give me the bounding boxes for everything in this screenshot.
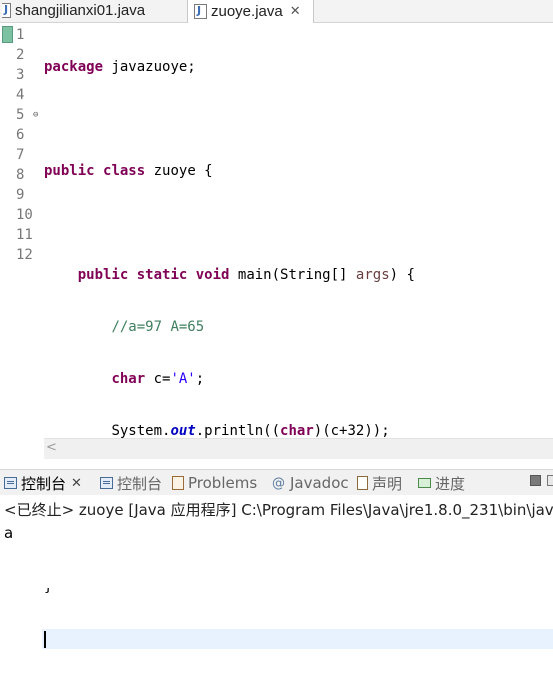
tab-console-active[interactable]: 控制台 ✕	[4, 473, 82, 493]
keyword: package	[44, 59, 104, 75]
keyword: char	[280, 423, 314, 439]
code-line-3: public class zuoye {	[44, 161, 553, 181]
line-number: 9	[16, 187, 25, 203]
tab-label: 控制台	[117, 474, 163, 493]
view-tab-bar: 控制台 ✕ 控制台 Problems @ Javadoc 声明 进度	[0, 469, 553, 496]
line-number: 3	[16, 67, 25, 83]
code-token: zuoye {	[145, 163, 213, 179]
console-icon	[4, 477, 17, 489]
code-line-5: public static void main(String[] args) {	[44, 265, 553, 285]
minimize-icon[interactable]	[530, 475, 541, 486]
console-output[interactable]: <已终止> zuoye [Java 应用程序] C:\Program Files…	[0, 495, 553, 588]
line-number: 5	[16, 107, 25, 123]
comment: //a=97 A=65	[111, 319, 205, 335]
tab-label: 声明	[372, 474, 403, 493]
java-file-icon	[194, 4, 207, 19]
line-number: 11	[16, 227, 33, 243]
tab-problems[interactable]: Problems	[172, 473, 257, 493]
static-field: out	[170, 423, 196, 439]
line-number-5: 5 ⊖	[14, 105, 42, 125]
line-number: 1	[16, 27, 25, 43]
code-token: c=	[145, 371, 171, 387]
progress-icon	[418, 478, 431, 488]
horizontal-scrollbar[interactable]: <	[44, 438, 553, 459]
keyword: char	[111, 371, 146, 387]
problems-icon	[172, 476, 184, 490]
gutter-spacer	[0, 438, 44, 458]
bookmark-marker	[2, 26, 13, 43]
code-token: )(c+32));	[313, 423, 390, 439]
keyword: public	[44, 163, 95, 179]
line-number-gutter: 1 2 3 4 5 ⊖ 6 7 8 9 10 11 12	[14, 25, 42, 265]
tab-zuoye[interactable]: zuoye.java ✕	[187, 0, 314, 23]
javadoc-icon: @	[272, 475, 285, 491]
declaration-icon	[357, 476, 368, 490]
tab-label: zuoye.java	[211, 3, 283, 20]
fold-toggle-icon[interactable]: ⊖	[33, 105, 38, 125]
java-file-icon	[2, 3, 11, 18]
editor-tab-bar: shangjilianxi01.java zuoye.java ✕	[0, 0, 553, 23]
tab-declaration[interactable]: 声明	[357, 473, 402, 493]
code-token: ) {	[389, 267, 415, 283]
line-number: 2	[16, 47, 25, 63]
close-icon[interactable]: ✕	[71, 476, 82, 491]
code-token: System.	[111, 423, 171, 439]
close-icon[interactable]: ✕	[290, 4, 301, 19]
console-icon	[100, 477, 113, 489]
keyword: public	[77, 267, 129, 283]
code-token: ;	[195, 371, 205, 387]
code-line-1: package javazuoye;	[44, 57, 553, 77]
string-literal: 'A'	[170, 371, 196, 387]
keyword: class	[103, 163, 146, 179]
line-number: 6	[16, 127, 25, 143]
keyword: void	[195, 267, 230, 283]
scroll-left-icon[interactable]: <	[46, 440, 57, 455]
code-token: main(String[]	[229, 267, 356, 283]
code-line-6: //a=97 A=65	[44, 317, 553, 337]
maximize-icon[interactable]	[547, 475, 553, 486]
tab-label: 控制台	[21, 474, 67, 493]
program-output: a	[4, 524, 14, 542]
tab-console[interactable]: 控制台	[100, 473, 162, 493]
line-number: 8	[16, 167, 25, 183]
code-token: .println((	[195, 423, 281, 439]
tab-shangjilianxi01[interactable]: shangjilianxi01.java	[0, 0, 186, 21]
code-line-7: char c='A';	[44, 369, 553, 389]
code-token: javazuoye;	[103, 59, 196, 75]
line-number: 10	[16, 207, 33, 223]
code-editor[interactable]: 1 2 3 4 5 ⊖ 6 7 8 9 10 11 12 package java…	[0, 23, 553, 649]
code-line-12	[42, 629, 553, 649]
line-number: 7	[16, 147, 25, 163]
parameter: args	[355, 267, 390, 283]
overview-ruler	[0, 23, 14, 438]
tab-label: Problems	[188, 474, 258, 492]
tab-label: 进度	[435, 474, 466, 493]
keyword: static	[136, 267, 188, 283]
line-number: 4	[16, 87, 25, 103]
line-number: 12	[16, 247, 33, 263]
terminated-status-line: <已终止> zuoye [Java 应用程序] C:\Program Files…	[4, 501, 553, 519]
tab-label: Javadoc	[290, 474, 349, 492]
tab-label: shangjilianxi01.java	[15, 2, 146, 19]
tab-javadoc[interactable]: @ Javadoc	[272, 473, 349, 493]
text-cursor	[44, 630, 46, 648]
tab-progress[interactable]: 进度	[418, 473, 465, 493]
